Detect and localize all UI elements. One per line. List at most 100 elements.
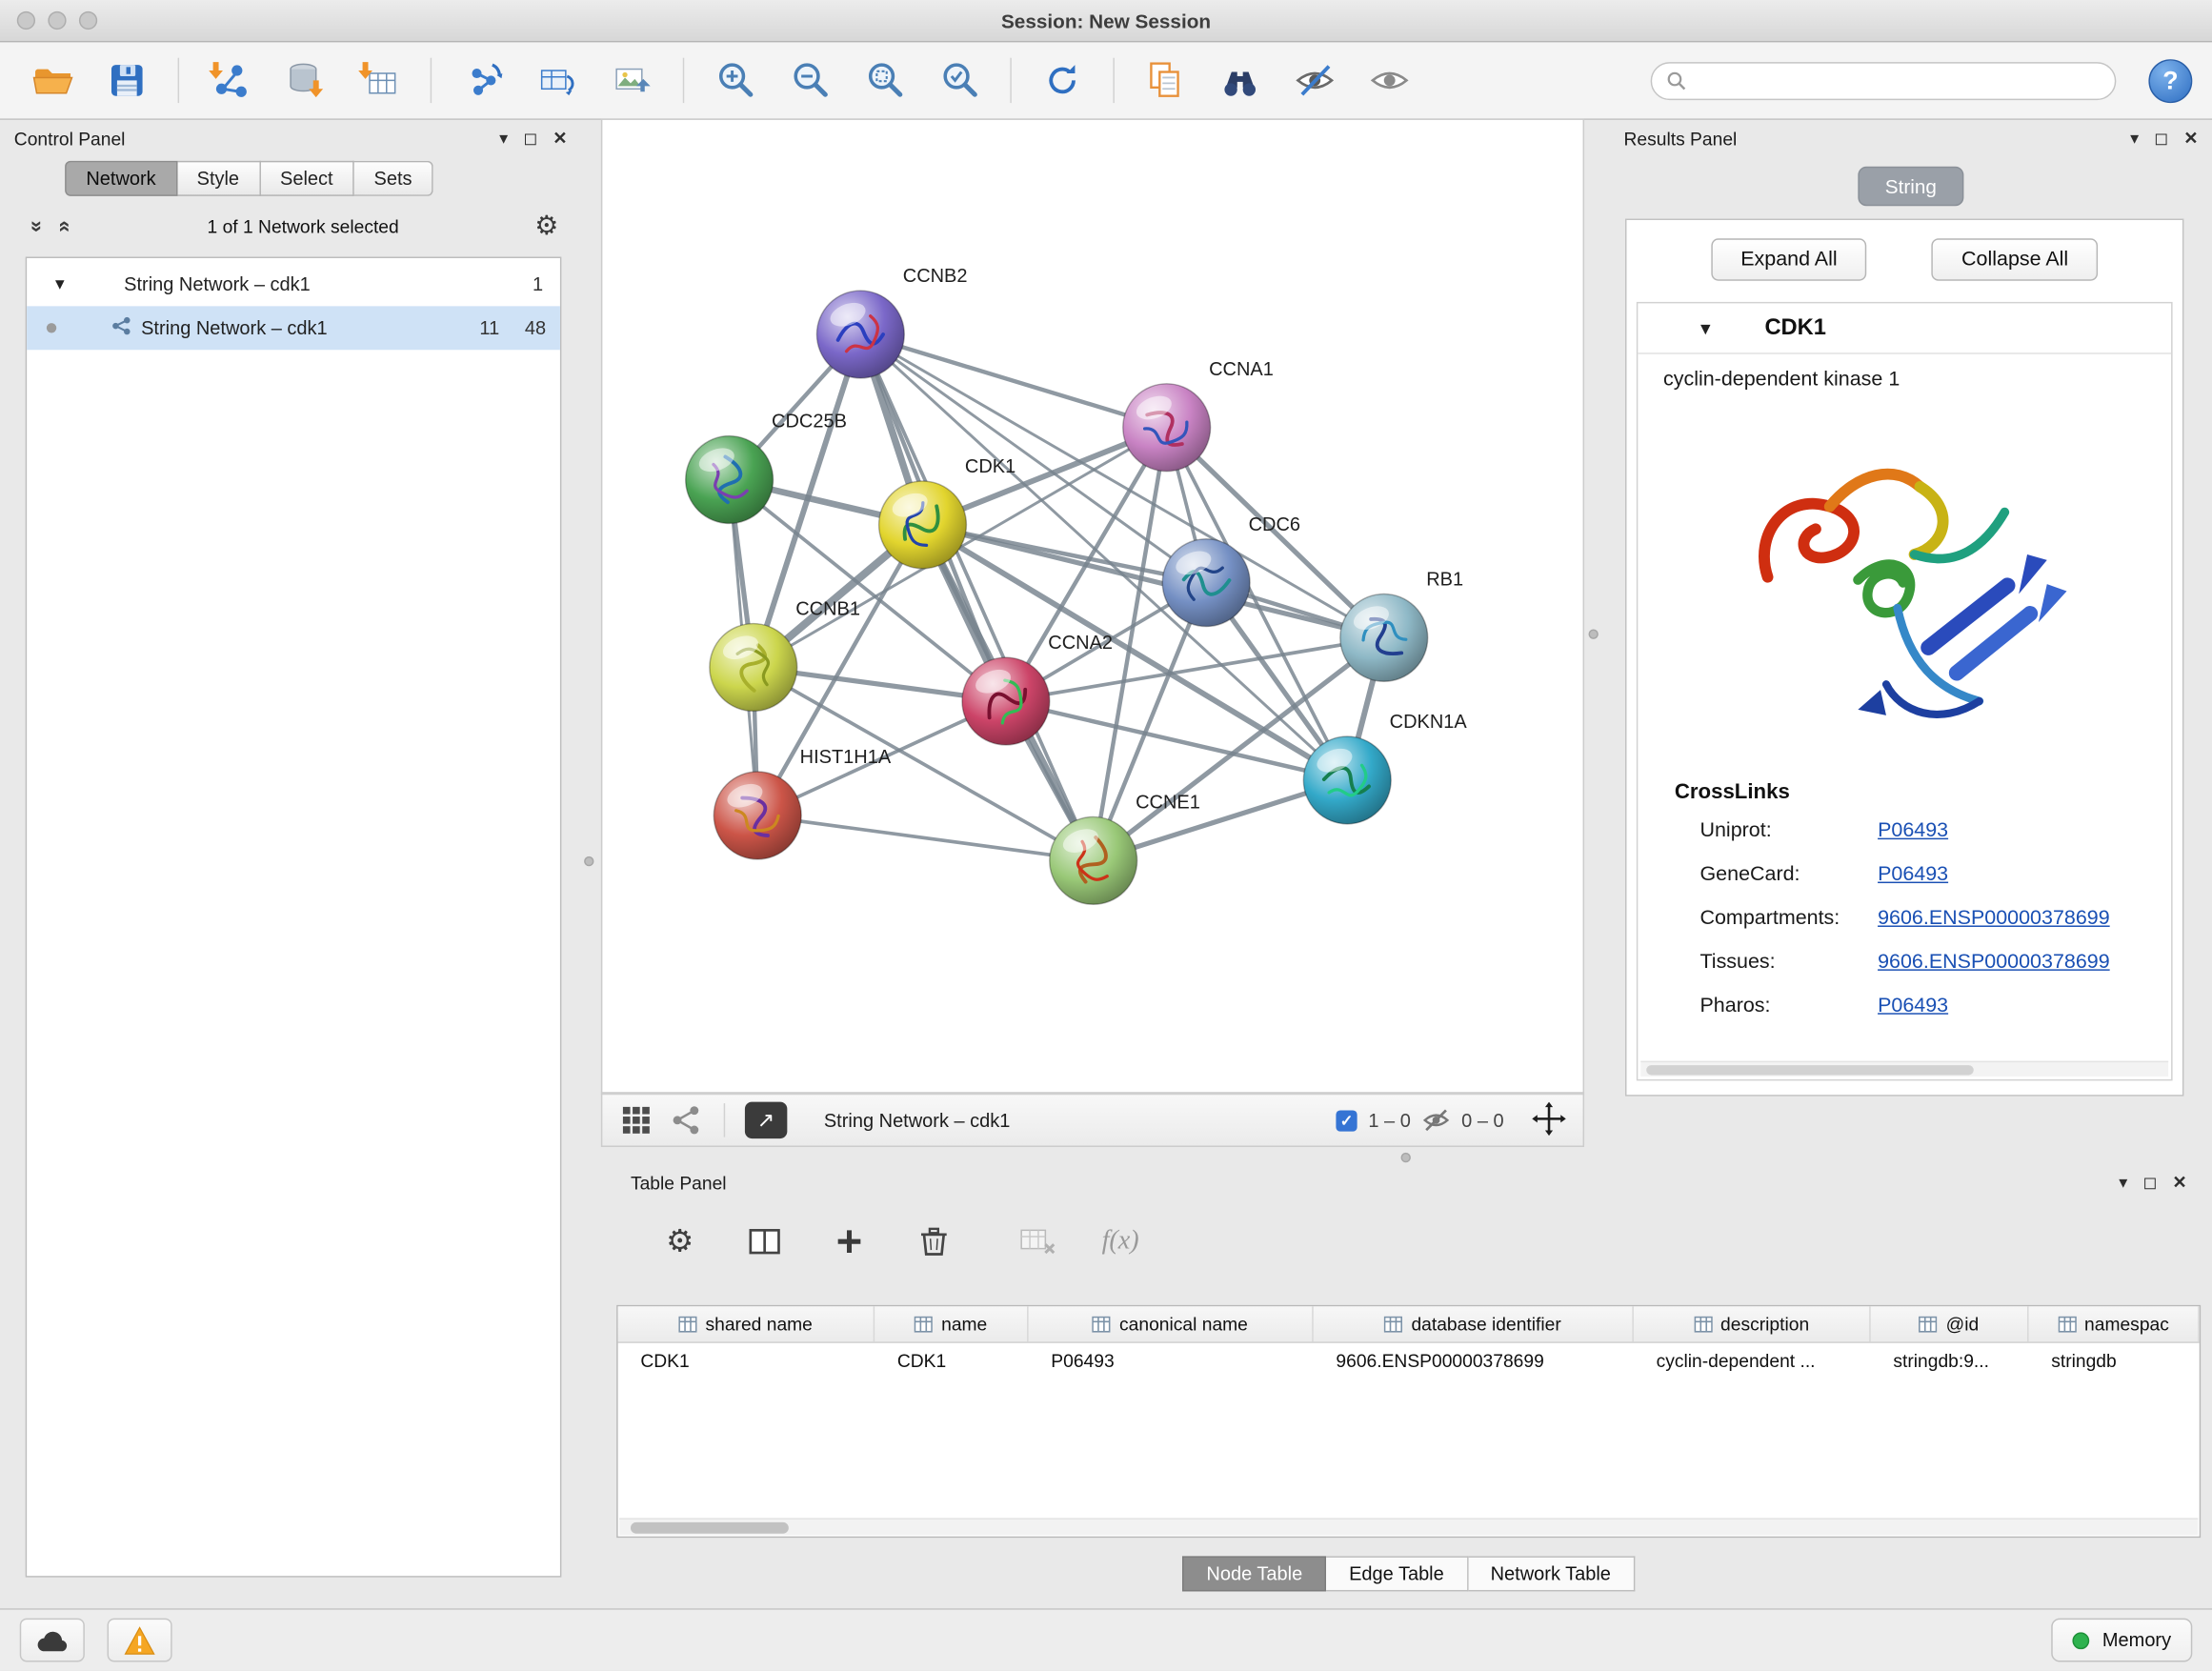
tab-network-table[interactable]: Network Table [1468, 1556, 1635, 1591]
expand-all-button[interactable]: Expand All [1711, 238, 1867, 280]
tab-select[interactable]: Select [260, 161, 354, 196]
add-column-plus-icon[interactable] [828, 1220, 870, 1262]
show-columns-icon[interactable] [743, 1220, 785, 1262]
network-node-CDC6[interactable] [1162, 539, 1250, 627]
column-header-description[interactable]: description [1634, 1306, 1871, 1341]
column-header-shared-name[interactable]: shared name [618, 1306, 875, 1341]
network-node-CCNA2[interactable] [962, 657, 1050, 745]
save-session-button[interactable] [94, 50, 159, 110]
zoom-out-button[interactable] [777, 50, 842, 110]
network-node-CDC25B[interactable] [686, 436, 774, 524]
import-table-button[interactable] [347, 50, 412, 110]
network-collection-row[interactable]: ▼ String Network – cdk1 1 [27, 262, 560, 306]
search-box[interactable] [1651, 61, 2117, 99]
panel-float-icon[interactable]: ◻ [2142, 1174, 2157, 1191]
network-node-CCNB1[interactable] [710, 624, 797, 712]
table-cell[interactable]: stringdb [2029, 1343, 2200, 1380]
tab-string[interactable]: String [1859, 167, 1963, 206]
network-options-gear-icon[interactable]: ⚙ [534, 211, 558, 243]
results-horizontal-scrollbar[interactable] [1640, 1061, 2168, 1077]
birdseye-view-button[interactable]: ↗ [745, 1102, 787, 1139]
tab-node-table[interactable]: Node Table [1182, 1556, 1326, 1591]
table-cell[interactable]: CDK1 [875, 1343, 1028, 1380]
panel-close-icon[interactable]: ✕ [553, 130, 567, 147]
tree-expander-icon[interactable]: ▼ [52, 276, 68, 293]
table-cell[interactable]: 9606.ENSP00000378699 [1314, 1343, 1634, 1380]
network-node-CCNB2[interactable] [816, 291, 904, 378]
panel-collapse-icon[interactable]: ▾ [2119, 1174, 2127, 1191]
help-button[interactable]: ? [2148, 58, 2192, 102]
edge-CCNB2-CCNE1[interactable] [860, 334, 1093, 860]
column-header-canonical-name[interactable]: canonical name [1029, 1306, 1314, 1341]
open-session-button[interactable] [20, 50, 85, 110]
column-header--id[interactable]: @id [1871, 1306, 2029, 1341]
first-neighbors-button[interactable] [1208, 50, 1273, 110]
tab-style[interactable]: Style [177, 161, 260, 196]
hide-selected-button[interactable] [1282, 50, 1347, 110]
crosslink-link[interactable]: P06493 [1878, 863, 1948, 886]
crosslink-link[interactable]: 9606.ENSP00000378699 [1878, 951, 2110, 974]
warnings-button[interactable] [108, 1619, 172, 1662]
network-graph[interactable]: CCNB2CCNA1CDC25BCDK1CDC6RB1CCNB1CCNA2CDK… [602, 120, 1582, 1094]
table-settings-gear-icon[interactable]: ⚙ [659, 1220, 701, 1262]
window-close-button[interactable] [17, 11, 35, 30]
left-splitter-handle[interactable] [584, 856, 593, 866]
column-header-namespac[interactable]: namespac [2029, 1306, 2200, 1341]
tab-sets[interactable]: Sets [354, 161, 433, 196]
panel-float-icon[interactable]: ◻ [2154, 130, 2168, 147]
new-network-table-button[interactable] [525, 50, 590, 110]
right-splitter-handle[interactable] [1588, 629, 1598, 638]
network-tree-expand-icon[interactable]: » [25, 221, 49, 232]
crosslink-link[interactable]: 9606.ENSP00000378699 [1878, 907, 2110, 930]
hidden-count-eye-slash-icon[interactable] [1422, 1106, 1451, 1135]
window-minimize-button[interactable] [48, 11, 66, 30]
crosslink-link[interactable]: P06493 [1878, 819, 1948, 842]
tab-edge-table[interactable]: Edge Table [1326, 1556, 1468, 1591]
show-all-button[interactable] [1357, 50, 1422, 110]
edge-HIST1H1A-CCNE1[interactable] [757, 815, 1093, 860]
network-view-canvas[interactable]: CCNB2CCNA1CDC25BCDK1CDC6RB1CCNB1CCNA2CDK… [602, 120, 1582, 1094]
window-zoom-button[interactable] [79, 11, 97, 30]
import-network-database-button[interactable] [272, 50, 337, 110]
network-node-CCNA1[interactable] [1123, 384, 1211, 472]
column-header-database-identifier[interactable]: database identifier [1314, 1306, 1634, 1341]
memory-button[interactable]: Memory [2052, 1619, 2193, 1662]
section-expander-icon[interactable]: ▼ [1698, 318, 1715, 338]
network-node-CDKN1A[interactable] [1303, 736, 1391, 824]
pan-crosshair-icon[interactable] [1532, 1101, 1566, 1139]
collapse-all-button[interactable]: Collapse All [1932, 238, 2098, 280]
panel-float-icon[interactable]: ◻ [523, 130, 537, 147]
panel-close-icon[interactable]: ✕ [2183, 130, 2198, 147]
table-cell[interactable]: cyclin-dependent ... [1634, 1343, 1871, 1380]
scrollbar-thumb[interactable] [1646, 1065, 1973, 1075]
network-row[interactable]: String Network – cdk1 11 48 [27, 306, 560, 350]
edge-CDK1-RB1[interactable] [923, 525, 1384, 637]
table-horizontal-scrollbar[interactable] [619, 1518, 2198, 1535]
import-network-file-button[interactable] [197, 50, 262, 110]
function-builder-icon[interactable]: f(x) [1102, 1226, 1139, 1258]
table-cell[interactable]: P06493 [1029, 1343, 1314, 1380]
zoom-selected-button[interactable] [927, 50, 992, 110]
selected-count-checkbox[interactable]: ✓ [1336, 1110, 1357, 1131]
horizontal-splitter-handle[interactable] [1401, 1153, 1411, 1162]
edge-CCNA2-CDKN1A[interactable] [1006, 701, 1347, 780]
zoom-fit-button[interactable] [852, 50, 916, 110]
table-row[interactable]: CDK1CDK1P064939606.ENSP00000378699cyclin… [618, 1343, 2200, 1380]
network-node-RB1[interactable] [1340, 594, 1428, 681]
search-input[interactable] [1698, 70, 2101, 91]
panel-collapse-icon[interactable]: ▾ [2130, 130, 2139, 147]
edge-CCNB2-CCNA1[interactable] [860, 334, 1166, 428]
network-node-CCNE1[interactable] [1050, 816, 1137, 904]
crosslink-link[interactable]: P06493 [1878, 995, 1948, 1017]
delete-column-trash-icon[interactable] [913, 1220, 955, 1262]
scrollbar-thumb[interactable] [631, 1522, 789, 1534]
zoom-in-button[interactable] [702, 50, 767, 110]
panel-collapse-icon[interactable]: ▾ [499, 130, 508, 147]
tab-network[interactable]: Network [65, 161, 177, 196]
new-network-button[interactable] [450, 50, 514, 110]
table-cell[interactable]: CDK1 [618, 1343, 875, 1380]
grid-view-icon[interactable] [619, 1103, 654, 1137]
network-node-CDK1[interactable] [879, 481, 967, 569]
cloud-status-button[interactable] [20, 1619, 85, 1662]
network-tree-collapse-icon[interactable]: « [53, 221, 77, 232]
